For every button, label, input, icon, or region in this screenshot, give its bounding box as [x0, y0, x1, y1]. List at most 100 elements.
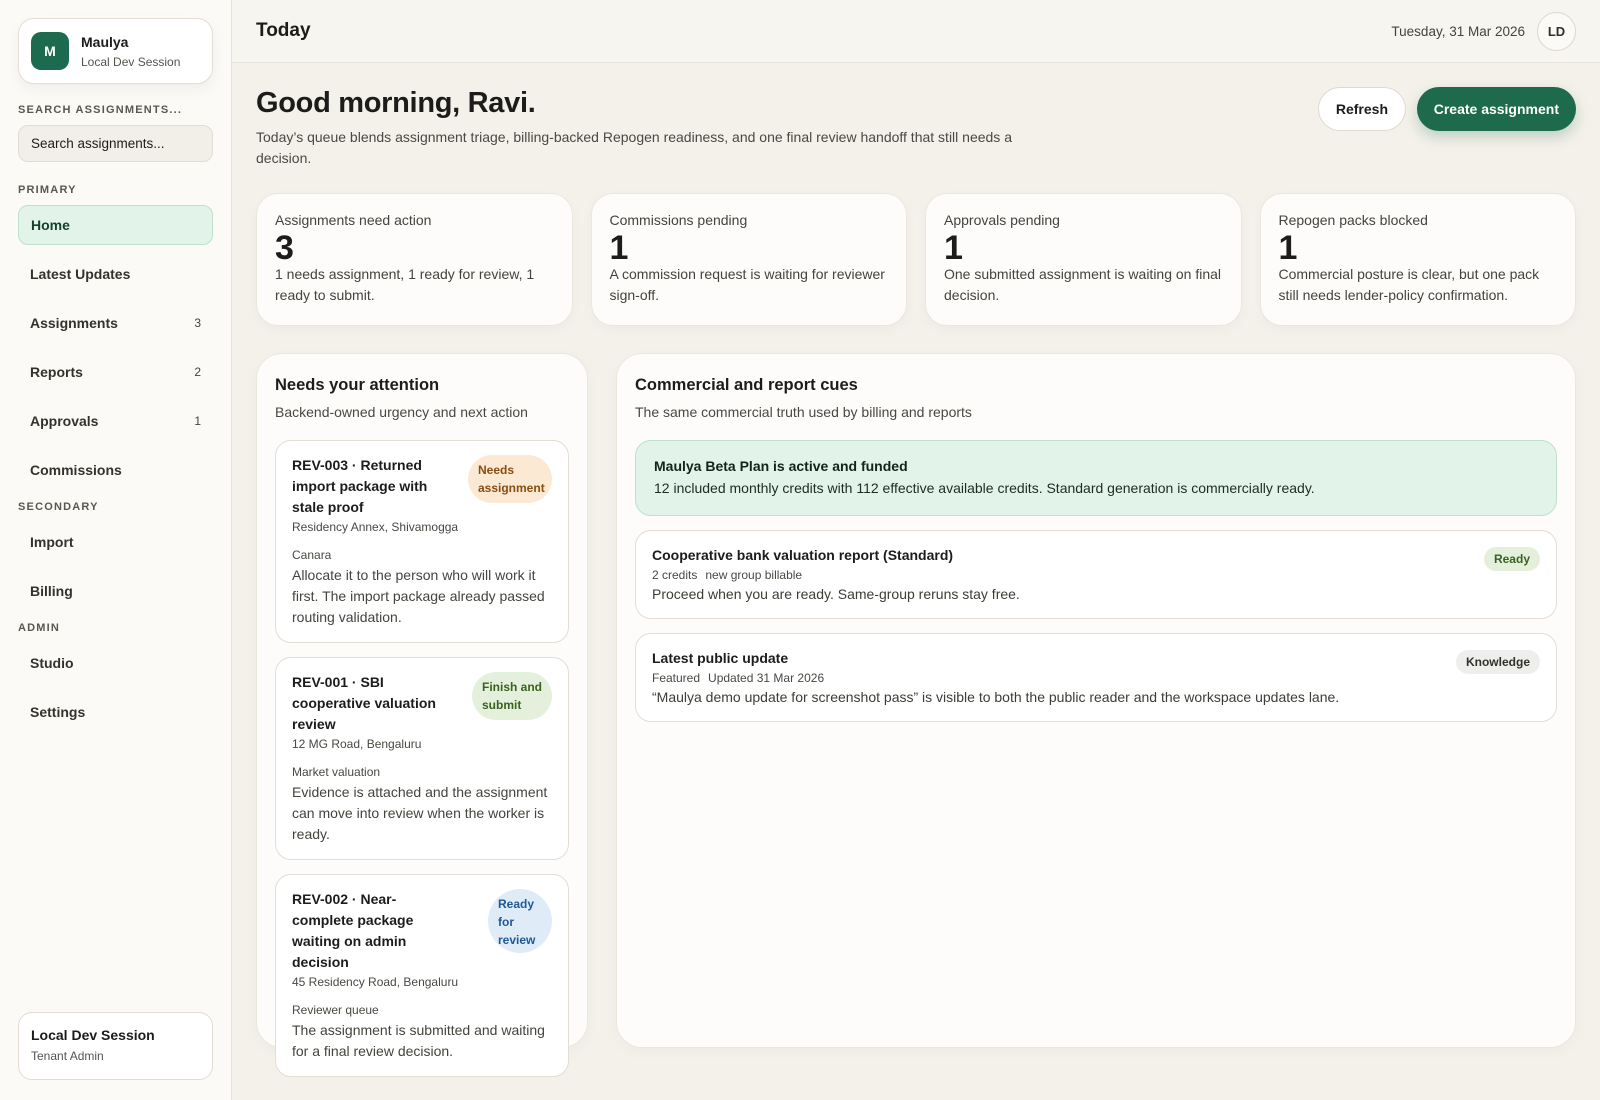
create-assignment-button[interactable]: Create assignment	[1416, 87, 1576, 131]
sidebar-item-home[interactable]: Home	[18, 205, 213, 245]
kpi-desc: A commission request is waiting for revi…	[609, 266, 885, 303]
sidebar-item-label: Commissions	[30, 462, 122, 478]
cue-card-update[interactable]: Latest public update Featured Updated 31 …	[635, 633, 1557, 722]
cue-title: Latest public update	[652, 650, 789, 666]
intro-text: Today’s queue blends assignment triage, …	[256, 129, 1012, 166]
session-title: Local Dev Session	[31, 1027, 155, 1043]
cue-desc: “Maulya demo update for screenshot pass”…	[652, 689, 1340, 705]
sidebar-item-billing[interactable]: Billing	[18, 571, 213, 611]
session-card[interactable]: Local Dev Session Tenant Admin	[18, 1012, 213, 1080]
cue-meta-credits: 2 credits	[652, 568, 698, 582]
kpi-desc: Commercial posture is clear, but one pac…	[1278, 266, 1540, 303]
sidebar-item-latest-updates[interactable]: Latest Updates	[18, 254, 213, 294]
sidebar-item-count: 2	[194, 365, 201, 379]
kpi-row: Assignments need action 3 1 needs assign…	[256, 193, 1576, 326]
session-role: Tenant Admin	[31, 1049, 104, 1063]
plan-title: Maulya Beta Plan is active and funded	[654, 458, 908, 474]
kpi-value: 1	[1278, 229, 1298, 267]
plan-banner: Maulya Beta Plan is active and funded 12…	[635, 440, 1557, 516]
refresh-button[interactable]: Refresh	[1317, 87, 1406, 131]
cue-meta: Featured Updated 31 Mar 2026	[652, 671, 1540, 685]
cue-desc: Proceed when you are ready. Same-group r…	[652, 586, 1020, 602]
kpi-card-assignments[interactable]: Assignments need action 3 1 needs assign…	[256, 193, 573, 326]
attention-title: Needs your attention	[275, 376, 440, 394]
cue-meta-billing: new group billable	[705, 568, 803, 582]
attention-subtitle: Backend-owned urgency and next action	[275, 404, 528, 420]
sidebar-item-commissions[interactable]: Commissions	[18, 450, 213, 490]
section-label-secondary: SECONDARY	[18, 501, 99, 513]
page-title: Today	[256, 20, 311, 41]
section-label-admin: ADMIN	[18, 622, 61, 634]
attention-item-title: REV-002 · Near-complete package waiting …	[292, 891, 414, 970]
user-avatar[interactable]: LD	[1537, 11, 1576, 51]
attention-item-location: 12 MG Road, Bengaluru	[292, 737, 422, 751]
kpi-desc: 1 needs assignment, 1 ready for review, …	[275, 266, 535, 303]
attention-item-category: Canara	[292, 548, 332, 562]
kpi-desc: One submitted assignment is waiting on f…	[944, 266, 1222, 303]
topbar: Today Tuesday, 31 Mar 2026 LD	[232, 0, 1600, 63]
current-date: Tuesday, 31 Mar 2026	[1391, 23, 1525, 39]
sidebar-item-count: 3	[194, 316, 201, 330]
workspace-avatar: M	[31, 32, 69, 70]
kpi-value: 1	[609, 229, 629, 267]
attention-panel: Needs your attention Backend-owned urgen…	[256, 353, 588, 1077]
status-badge: Knowledge	[1455, 650, 1540, 674]
kpi-card-commissions[interactable]: Commissions pending 1 A commission reque…	[590, 193, 907, 326]
kpi-label: Assignments need action	[275, 212, 432, 228]
status-badge: Ready for review	[488, 889, 552, 953]
cue-card-report[interactable]: Cooperative bank valuation report (Stand…	[635, 530, 1557, 619]
cues-subtitle: The same commercial truth used by billin…	[635, 404, 972, 420]
sidebar-item-label: Billing	[30, 583, 73, 599]
section-label-primary: PRIMARY	[18, 184, 77, 196]
cues-panel: Commercial and report cues The same comm…	[616, 353, 1576, 1048]
search-section-label: SEARCH ASSIGNMENTS...	[18, 104, 183, 116]
kpi-label: Approvals pending	[944, 212, 1060, 228]
sidebar-item-label: Assignments	[30, 315, 118, 331]
sidebar-item-assignments[interactable]: Assignments 3	[18, 303, 213, 343]
cue-meta: 2 credits new group billable	[652, 568, 1540, 582]
attention-item[interactable]: REV-003 · Returned import package with s…	[275, 440, 569, 643]
attention-item-category: Reviewer queue	[292, 1003, 379, 1017]
attention-item[interactable]: REV-001 · SBI cooperative valuation revi…	[275, 657, 569, 860]
kpi-value: 3	[275, 229, 294, 267]
kpi-card-approvals[interactable]: Approvals pending 1 One submitted assign…	[925, 193, 1242, 326]
cues-title: Commercial and report cues	[635, 376, 858, 394]
sidebar-item-settings[interactable]: Settings	[18, 692, 213, 732]
status-badge: Needs assignment	[468, 455, 552, 503]
sidebar-item-label: Import	[30, 534, 74, 550]
attention-item-category: Market valuation	[292, 765, 381, 779]
sidebar-item-label: Studio	[30, 655, 74, 671]
sidebar-item-studio[interactable]: Studio	[18, 643, 213, 683]
attention-item-desc: Allocate it to the person who will work …	[292, 567, 545, 625]
sidebar-item-label: Approvals	[30, 413, 99, 429]
sidebar-item-label: Settings	[30, 704, 86, 720]
sidebar-item-reports[interactable]: Reports 2	[18, 352, 213, 392]
kpi-label: Commissions pending	[609, 212, 748, 228]
kpi-card-repogen[interactable]: Repogen packs blocked 1 Commercial postu…	[1259, 193, 1576, 326]
attention-item-desc: Evidence is attached and the assignment …	[292, 784, 548, 842]
sidebar-item-label: Latest Updates	[30, 266, 131, 282]
sidebar-item-label: Home	[31, 217, 70, 233]
workspace-session: Local Dev Session	[81, 54, 181, 69]
attention-item-title: REV-001 · SBI cooperative valuation revi…	[292, 674, 436, 732]
cue-title: Cooperative bank valuation report (Stand…	[652, 547, 954, 563]
plan-desc: 12 included monthly credits with 112 eff…	[654, 480, 1315, 496]
sidebar-item-import[interactable]: Import	[18, 522, 213, 562]
attention-item-title: REV-003 · Returned import package with s…	[292, 457, 428, 515]
sidebar-search-input[interactable]: Search assignments...	[18, 125, 213, 162]
attention-item[interactable]: REV-002 · Near-complete package waiting …	[275, 874, 569, 1077]
kpi-label: Repogen packs blocked	[1278, 212, 1428, 228]
status-badge: Ready	[1483, 547, 1540, 571]
attention-item-location: 45 Residency Road, Bengaluru	[292, 975, 459, 989]
attention-item-location: Residency Annex, Shivamogga	[292, 520, 459, 534]
status-badge: Finish and submit	[472, 672, 552, 720]
workspace-switcher[interactable]: M Maulya Local Dev Session	[18, 18, 213, 84]
greeting-heading: Good morning, Ravi.	[256, 87, 536, 119]
sidebar-item-label: Reports	[30, 364, 83, 380]
attention-item-desc: The assignment is submitted and waiting …	[292, 1022, 545, 1059]
sidebar: M Maulya Local Dev Session SEARCH ASSIGN…	[0, 0, 232, 1100]
sidebar-item-approvals[interactable]: Approvals 1	[18, 401, 213, 441]
sidebar-item-count: 1	[194, 414, 201, 428]
cue-meta-updated: Updated 31 Mar 2026	[708, 671, 825, 685]
cue-meta-featured: Featured	[652, 671, 701, 685]
